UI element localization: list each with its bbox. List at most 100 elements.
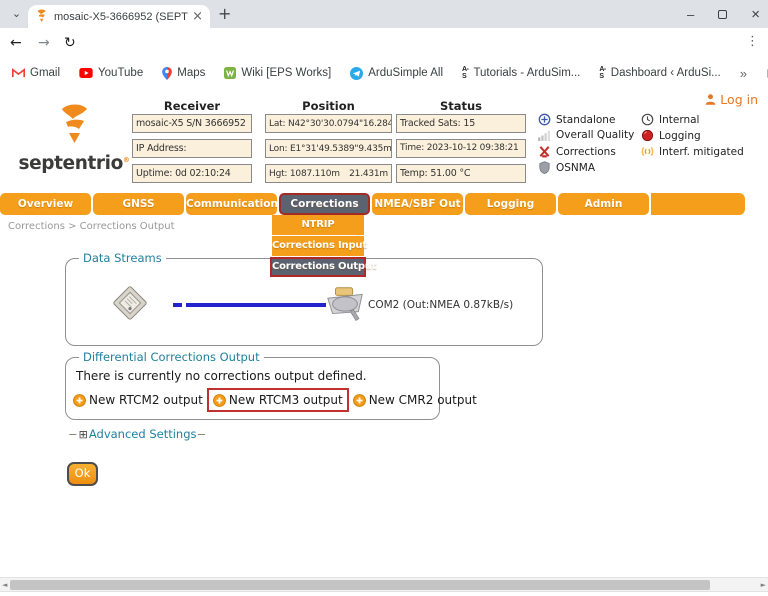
nav-admin[interactable]: Admin [558,193,649,215]
legend-interference: Interf. mitigated [641,145,744,158]
minimize-button[interactable]: – [687,7,694,22]
ardusimple-as-icon: A-S [599,66,605,80]
expand-box-icon: ⊞ [79,428,88,441]
dash: − [68,427,78,441]
horizontal-scrollbar[interactable]: ◄ ► [0,577,768,592]
dash: − [197,427,207,441]
differential-corrections-panel: Differential Corrections Output There is… [65,357,440,420]
bookmark-label: Gmail [30,67,60,79]
signal-quality-icon [538,130,551,141]
bookmark-ardusimple-all[interactable]: ArduSimple All [350,67,443,80]
nav-nmea-sbf-out[interactable]: NMEA/SBF Out [372,193,463,215]
tracked-sats-cell: Tracked Sats: 15 [396,114,526,133]
tab-strip: ⌄ mosaic-X5-3666952 (SEPT) - S × + – × [0,0,768,28]
height-cell: Hgt: 1087.110m21.431m [265,164,392,183]
new-rtcm3-highlight-box: New RTCM3 output [207,388,349,412]
youtube-icon [79,68,93,78]
time-cell: Time: 2023-10-12 09:38:21 [396,139,526,158]
corrections-icon [538,145,551,158]
bookmark-tutorials[interactable]: A-S Tutorials - ArduSim... [462,66,580,80]
reload-icon[interactable]: ↻ [64,35,76,51]
receiver-chip-icon [110,283,150,323]
bookmark-label: YouTube [98,67,143,79]
bookmark-maps[interactable]: Maps [162,67,205,80]
bookmark-youtube[interactable]: YouTube [79,67,143,79]
logging-icon [641,129,654,142]
data-streams-legend: Data Streams [79,251,166,265]
nav-overview[interactable]: Overview [0,193,91,215]
receiver-column-header: Receiver [132,99,252,113]
menu-dots-icon[interactable]: ⋮ [746,34,759,49]
new-rtcm3-output-button[interactable]: New RTCM3 output [213,392,343,408]
clock-icon [641,113,654,126]
scrollbar-thumb[interactable] [10,580,710,590]
menu-item-corrections-input[interactable]: Corrections Input [272,236,364,256]
new-tab-button[interactable]: + [218,4,231,23]
maps-icon [162,67,172,80]
plus-circle-icon [213,394,226,407]
advanced-settings-label: Advanced Settings [89,427,197,441]
new-cmr2-output-button[interactable]: New CMR2 output [351,390,479,410]
interference-icon [641,145,654,158]
nav-communication[interactable]: Communication [186,193,277,215]
bookmarks-overflow-icon[interactable]: » [740,66,747,81]
legend-standalone: Standalone [538,113,615,126]
scroll-left-icon[interactable]: ◄ [2,581,7,589]
uptime-cell: Uptime: 0d 02:10:24 [132,164,252,183]
longitude-cell: Lon: E1°31'49.5389"9.435m [265,139,392,158]
legend-overall-quality: Overall Quality [538,129,634,141]
back-icon[interactable]: ← [10,35,22,51]
nav-corrections[interactable]: Corrections [279,193,370,215]
maximize-button[interactable] [718,7,727,22]
bookmark-gmail[interactable]: Gmail [12,67,60,79]
main-nav: Overview GNSS Communication Corrections … [0,193,745,215]
log-in-label: Log in [720,92,758,107]
plus-circle-icon [353,394,366,407]
advanced-settings-toggle[interactable]: − ⊞ Advanced Settings − [68,427,206,441]
maximize-icon [718,10,727,19]
new-rtcm2-output-button[interactable]: New RTCM2 output [71,390,205,410]
bookmark-label: Wiki [EPS Works] [241,67,331,79]
tab-close-icon[interactable]: × [192,9,203,24]
log-in-button[interactable]: Log in [704,92,758,107]
nav-gnss[interactable]: GNSS [93,193,184,215]
status-column-header: Status [396,99,526,113]
temperature-cell: Temp: 51.00 °C [396,164,526,183]
breadcrumb: Corrections > Corrections Output [8,221,175,232]
browser-tab[interactable]: mosaic-X5-3666952 (SEPT) - S × [28,5,210,28]
user-icon [704,93,717,106]
tab-search-chevron-icon[interactable]: ⌄ [8,6,25,23]
stream-line [186,303,326,307]
bookmark-dashboard[interactable]: A-S Dashboard ‹ ArduSi... [599,66,720,80]
bookmark-label: Tutorials - ArduSim... [473,67,580,79]
bookmarks-bar: Gmail YouTube Maps Wiki [EPS Works] [0,60,768,86]
bookmark-wiki[interactable]: Wiki [EPS Works] [224,67,331,79]
brand-wordmark: septentrio® [18,153,130,174]
legend-osnma: OSNMA [538,161,595,174]
legend-logging: Logging [641,129,701,142]
no-output-message: There is currently no corrections output… [76,369,367,383]
bookmark-label: ArduSimple All [368,67,443,79]
legend-corrections: Corrections [538,145,616,158]
osnma-shield-icon [538,161,551,174]
plus-circle-icon [73,394,86,407]
stream-line-segment [173,303,182,307]
telegram-icon [350,67,363,80]
menu-item-ntrip[interactable]: NTRIP [272,215,364,235]
latitude-cell: Lat: N42°30'30.0794"16.284m [265,114,392,133]
differential-corrections-legend: Differential Corrections Output [79,350,264,364]
septentrio-logo-icon [53,103,95,149]
nav-logging[interactable]: Logging [465,193,556,215]
ok-button[interactable]: Ok [67,462,98,486]
corrections-dropdown: NTRIP Corrections Input Corrections Outp… [272,215,366,278]
wiki-icon [224,67,236,79]
forward-icon[interactable]: → [38,35,50,51]
receiver-serial-cell: mosaic-X5 S/N 3666952 [132,114,252,133]
browser-toolbar: ← → ↻ Not secure 192.168.3.1/scr?cmd=1.2… [0,28,768,60]
septentrio-logo: septentrio® [18,103,130,174]
stream-label: COM2 (Out:NMEA 0.87kB/s) [368,299,513,311]
bookmark-label: Maps [177,67,205,79]
scroll-right-icon[interactable]: ► [761,581,766,589]
menu-item-corrections-output[interactable]: Corrections Output [270,257,366,277]
close-window-button[interactable]: × [751,6,760,23]
